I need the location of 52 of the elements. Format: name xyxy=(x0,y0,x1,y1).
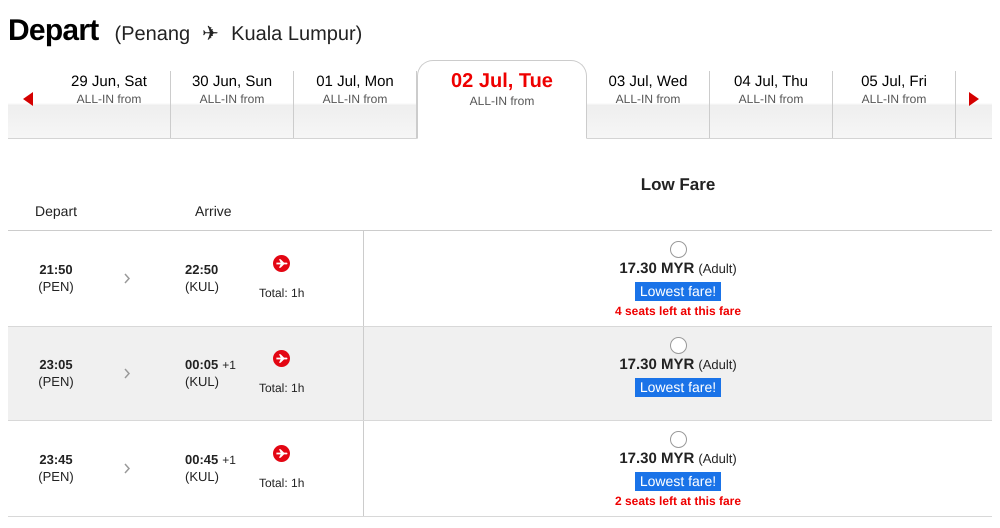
arrival-time: 00:45 xyxy=(185,452,218,468)
seats-left-notice: 2 seats left at this fare xyxy=(614,494,742,510)
chevron-icon xyxy=(124,273,131,284)
next-day-mark: +1 xyxy=(222,358,236,374)
chevron-icon xyxy=(124,463,131,474)
departure-airport: (PEN) xyxy=(38,278,74,295)
departure-time: 23:05 xyxy=(39,357,73,374)
fare-radio[interactable] xyxy=(670,431,686,448)
next-day-mark: +1 xyxy=(222,453,236,468)
date-tab[interactable]: 30 Jun, Sun ALL-IN from xyxy=(171,71,294,138)
date-tab[interactable]: 03 Jul, Wed ALL-IN from xyxy=(587,71,710,138)
lowest-fare-badge: Lowest fare! xyxy=(634,378,722,398)
date-tab[interactable]: 04 Jul, Thu ALL-IN from xyxy=(710,71,833,138)
plane-glyph: ✈ xyxy=(202,22,220,47)
plane-icon xyxy=(273,255,290,272)
arrival-airport: (KUL) xyxy=(185,374,219,390)
plane-icon xyxy=(273,445,290,462)
passenger-type: (Adult) xyxy=(698,357,737,374)
seats-left-notice: 4 seats left at this fare xyxy=(614,304,742,320)
date-tab[interactable]: 02 Jul, Tue ALL-IN from xyxy=(417,60,587,139)
departure-airport: (PEN) xyxy=(38,374,74,390)
origin-city: (Penang xyxy=(114,22,190,47)
fare-radio[interactable] xyxy=(670,337,686,354)
departure-time: 23:45 xyxy=(39,452,73,468)
passenger-type: (Adult) xyxy=(698,451,737,468)
passenger-type: (Adult) xyxy=(698,261,737,278)
lowest-fare-badge: Lowest fare! xyxy=(634,472,722,492)
arrival-airport: (KUL) xyxy=(185,278,219,295)
arrive-column-header: Arrive xyxy=(195,202,232,221)
flight-duration: Total: 1h xyxy=(259,475,304,492)
depart-column-header: Depart xyxy=(35,202,78,221)
arrival-time: 22:50 xyxy=(185,262,218,278)
date-tab[interactable]: 29 Jun, Sat ALL-IN from xyxy=(48,71,171,138)
page-title: Depart xyxy=(8,13,99,49)
arrival-time: 00:05 xyxy=(185,357,218,374)
departure-airport: (PEN) xyxy=(38,468,74,485)
plane-icon xyxy=(273,350,290,367)
destination-city: Kuala Lumpur) xyxy=(231,22,362,47)
date-tab[interactable]: 05 Jul, Fri ALL-IN from xyxy=(833,71,956,138)
lowest-fare-badge: Lowest fare! xyxy=(634,282,722,302)
fare-price: 17.30 MYR xyxy=(619,356,694,375)
flight-duration: Total: 1h xyxy=(259,285,304,302)
fare-column-header: Low Fare xyxy=(640,174,716,196)
departure-time: 21:50 xyxy=(39,262,73,278)
flight-duration: Total: 1h xyxy=(259,380,304,397)
chevron-icon xyxy=(124,368,131,379)
left-triangle-icon xyxy=(23,92,33,106)
right-triangle-icon xyxy=(969,92,979,106)
arrival-airport: (KUL) xyxy=(185,468,219,485)
fare-price: 17.30 MYR xyxy=(619,260,694,279)
fare-price: 17.30 MYR xyxy=(619,450,694,469)
fare-radio[interactable] xyxy=(670,241,686,258)
